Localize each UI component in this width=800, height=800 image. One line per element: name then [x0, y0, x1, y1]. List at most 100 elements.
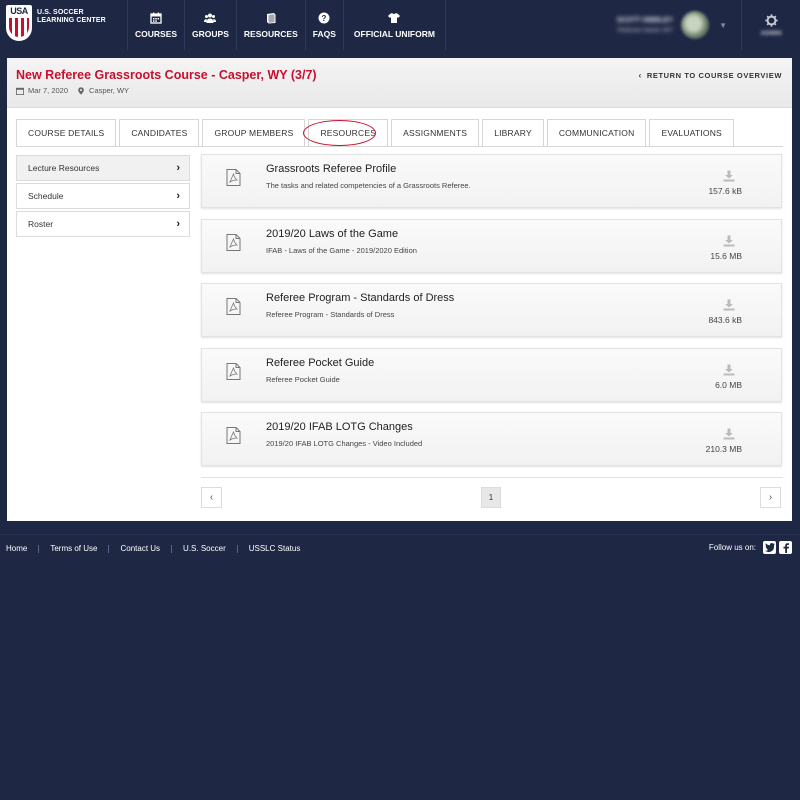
- shirt-icon: [388, 12, 401, 23]
- return-to-course-overview-link[interactable]: ‹ RETURN TO COURSE OVERVIEW: [639, 71, 782, 80]
- resource-item[interactable]: Referee Program - Standards of Dress Ref…: [201, 283, 782, 338]
- return-link-label: RETURN TO COURSE OVERVIEW: [646, 71, 782, 80]
- user-name-block[interactable]: SCOTT HIBBLEY Referee Admin WY: [617, 17, 673, 34]
- pdf-icon: [226, 427, 241, 445]
- map-pin-icon: [78, 86, 84, 95]
- divider: [201, 477, 783, 478]
- nav-official-uniform[interactable]: OFFICIAL UNIFORM: [342, 0, 446, 50]
- ussoccer-logo[interactable]: USA U.S. SOCCER LEARNING CENTER: [6, 5, 106, 41]
- logo-stripes: [9, 18, 29, 37]
- divider: [236, 544, 238, 553]
- highlight-circle: [303, 120, 377, 146]
- sidebar-item-roster[interactable]: Roster ›: [16, 211, 190, 237]
- next-page-button[interactable]: ›: [760, 487, 781, 508]
- tab-communication[interactable]: COMMUNICATION: [546, 119, 647, 146]
- tab-label: COURSE DETAILS: [28, 128, 105, 138]
- tab-label: COMMUNICATION: [558, 128, 635, 138]
- footer-link-status[interactable]: USSLC Status: [249, 544, 301, 553]
- course-location: Casper, WY: [89, 86, 130, 95]
- question-icon: ?: [318, 12, 330, 23]
- sidebar-item-label: Lecture Resources: [28, 163, 100, 173]
- tab-group-members[interactable]: GROUP MEMBERS: [202, 119, 306, 146]
- resource-item[interactable]: 2019/20 Laws of the Game IFAB - Laws of …: [201, 218, 782, 273]
- tab-evaluations[interactable]: EVALUATIONS: [649, 119, 734, 146]
- divider: [171, 544, 173, 553]
- download-icon[interactable]: [723, 235, 735, 247]
- avatar[interactable]: [681, 11, 710, 39]
- calendar-icon: [16, 87, 24, 95]
- resource-size: 6.0 MB: [715, 379, 742, 390]
- course-tabs: COURSE DETAILS CANDIDATES GROUP MEMBERS …: [16, 119, 737, 146]
- main-nav: COURSES GROUPS RESOURCES ? FAQS OFFICIAL…: [127, 0, 446, 50]
- sidebar-item-label: Roster: [28, 219, 54, 229]
- footer-link-contact[interactable]: Contact Us: [120, 544, 160, 553]
- chevron-down-icon[interactable]: ▼: [719, 21, 727, 30]
- footer-link-ussoccer[interactable]: U.S. Soccer: [183, 544, 226, 553]
- user-name: SCOTT HIBBLEY: [616, 16, 674, 24]
- gear-icon: [764, 13, 778, 27]
- sidebar-item-schedule[interactable]: Schedule ›: [16, 183, 190, 209]
- logo-text: U.S. SOCCER LEARNING CENTER: [37, 9, 106, 25]
- tab-resources[interactable]: RESOURCES: [303, 119, 389, 146]
- sidebar-item-lecture-resources[interactable]: Lecture Resources ›: [16, 155, 190, 181]
- sidebar-item-label: Schedule: [28, 191, 64, 201]
- logo-text-line1: U.S. SOCCER: [37, 9, 84, 16]
- tab-candidates[interactable]: CANDIDATES: [119, 119, 200, 146]
- resource-description: IFAB - Laws of the Game - 2019/2020 Edit…: [266, 245, 417, 255]
- footer-link-terms[interactable]: Terms of Use: [50, 544, 97, 553]
- course-meta: Mar 7, 2020 Casper, WY: [16, 86, 129, 95]
- tab-assignments[interactable]: ASSIGNMENTS: [391, 119, 480, 146]
- nav-faqs[interactable]: ? FAQS: [304, 0, 343, 50]
- nav-groups-label: GROUPS: [192, 28, 229, 39]
- resource-size: 843.6 kB: [708, 315, 742, 326]
- tab-label: CANDIDATES: [131, 128, 188, 138]
- usa-shield-logo: USA: [6, 5, 32, 41]
- pdf-icon: [226, 362, 241, 380]
- chevron-right-icon: ›: [176, 218, 180, 230]
- tab-library[interactable]: LIBRARY: [482, 119, 544, 146]
- course-date: Mar 7, 2020: [28, 86, 69, 95]
- divider: [16, 146, 783, 147]
- nav-resources[interactable]: RESOURCES: [235, 0, 305, 50]
- chevron-right-icon: ›: [176, 162, 180, 174]
- resource-item[interactable]: Grassroots Referee Profile The tasks and…: [201, 154, 782, 208]
- chevron-right-icon: ›: [768, 492, 773, 503]
- page-number-label: 1: [488, 493, 494, 502]
- resource-item[interactable]: 2019/20 IFAB LOTG Changes 2019/20 IFAB L…: [201, 412, 782, 467]
- prev-page-button[interactable]: ‹: [201, 487, 222, 508]
- twitter-icon[interactable]: [763, 541, 776, 554]
- resource-item[interactable]: Referee Pocket Guide Referee Pocket Guid…: [201, 347, 782, 402]
- page-number-button[interactable]: 1: [481, 487, 501, 508]
- download-icon[interactable]: [723, 299, 735, 311]
- social-follow: Follow us on:: [709, 541, 792, 554]
- resource-size: 210.3 MB: [705, 444, 742, 455]
- download-icon[interactable]: [723, 364, 735, 376]
- course-card: New Referee Grassroots Course - Casper, …: [7, 58, 792, 521]
- download-icon[interactable]: [723, 428, 735, 440]
- resource-description: Referee Pocket Guide: [266, 374, 340, 384]
- chevron-left-icon: ‹: [209, 492, 214, 503]
- facebook-icon[interactable]: [779, 541, 792, 554]
- resource-description: 2019/20 IFAB LOTG Changes - Video Includ…: [266, 439, 423, 449]
- user-role: Referee Admin WY: [617, 26, 674, 34]
- follow-label: Follow us on:: [708, 543, 756, 552]
- resource-title: Referee Pocket Guide: [266, 356, 375, 369]
- download-icon[interactable]: [723, 170, 735, 182]
- pdf-icon: [226, 298, 241, 316]
- chevron-left-icon: ‹: [638, 71, 642, 80]
- logo-text-line2: LEARNING CENTER: [37, 17, 106, 24]
- book-icon: [266, 12, 276, 23]
- logo-mark-text: USA: [10, 6, 28, 16]
- nav-groups[interactable]: GROUPS: [184, 0, 236, 50]
- resource-description: Referee Program - Standards of Dress: [266, 310, 395, 320]
- settings-button[interactable]: ADMIN: [742, 13, 800, 37]
- calendar-icon: [150, 12, 162, 24]
- nav-faqs-label: FAQS: [312, 28, 336, 39]
- resources-sidebar: Lecture Resources › Schedule › Roster ›: [16, 155, 190, 239]
- nav-courses-label: COURSES: [135, 28, 178, 39]
- tab-course-details[interactable]: COURSE DETAILS: [16, 119, 117, 146]
- nav-courses[interactable]: COURSES: [127, 0, 184, 50]
- top-navigation-bar: USA U.S. SOCCER LEARNING CENTER COURSES …: [0, 0, 800, 50]
- tab-label: ASSIGNMENTS: [403, 128, 468, 138]
- footer-link-home[interactable]: Home: [6, 544, 27, 553]
